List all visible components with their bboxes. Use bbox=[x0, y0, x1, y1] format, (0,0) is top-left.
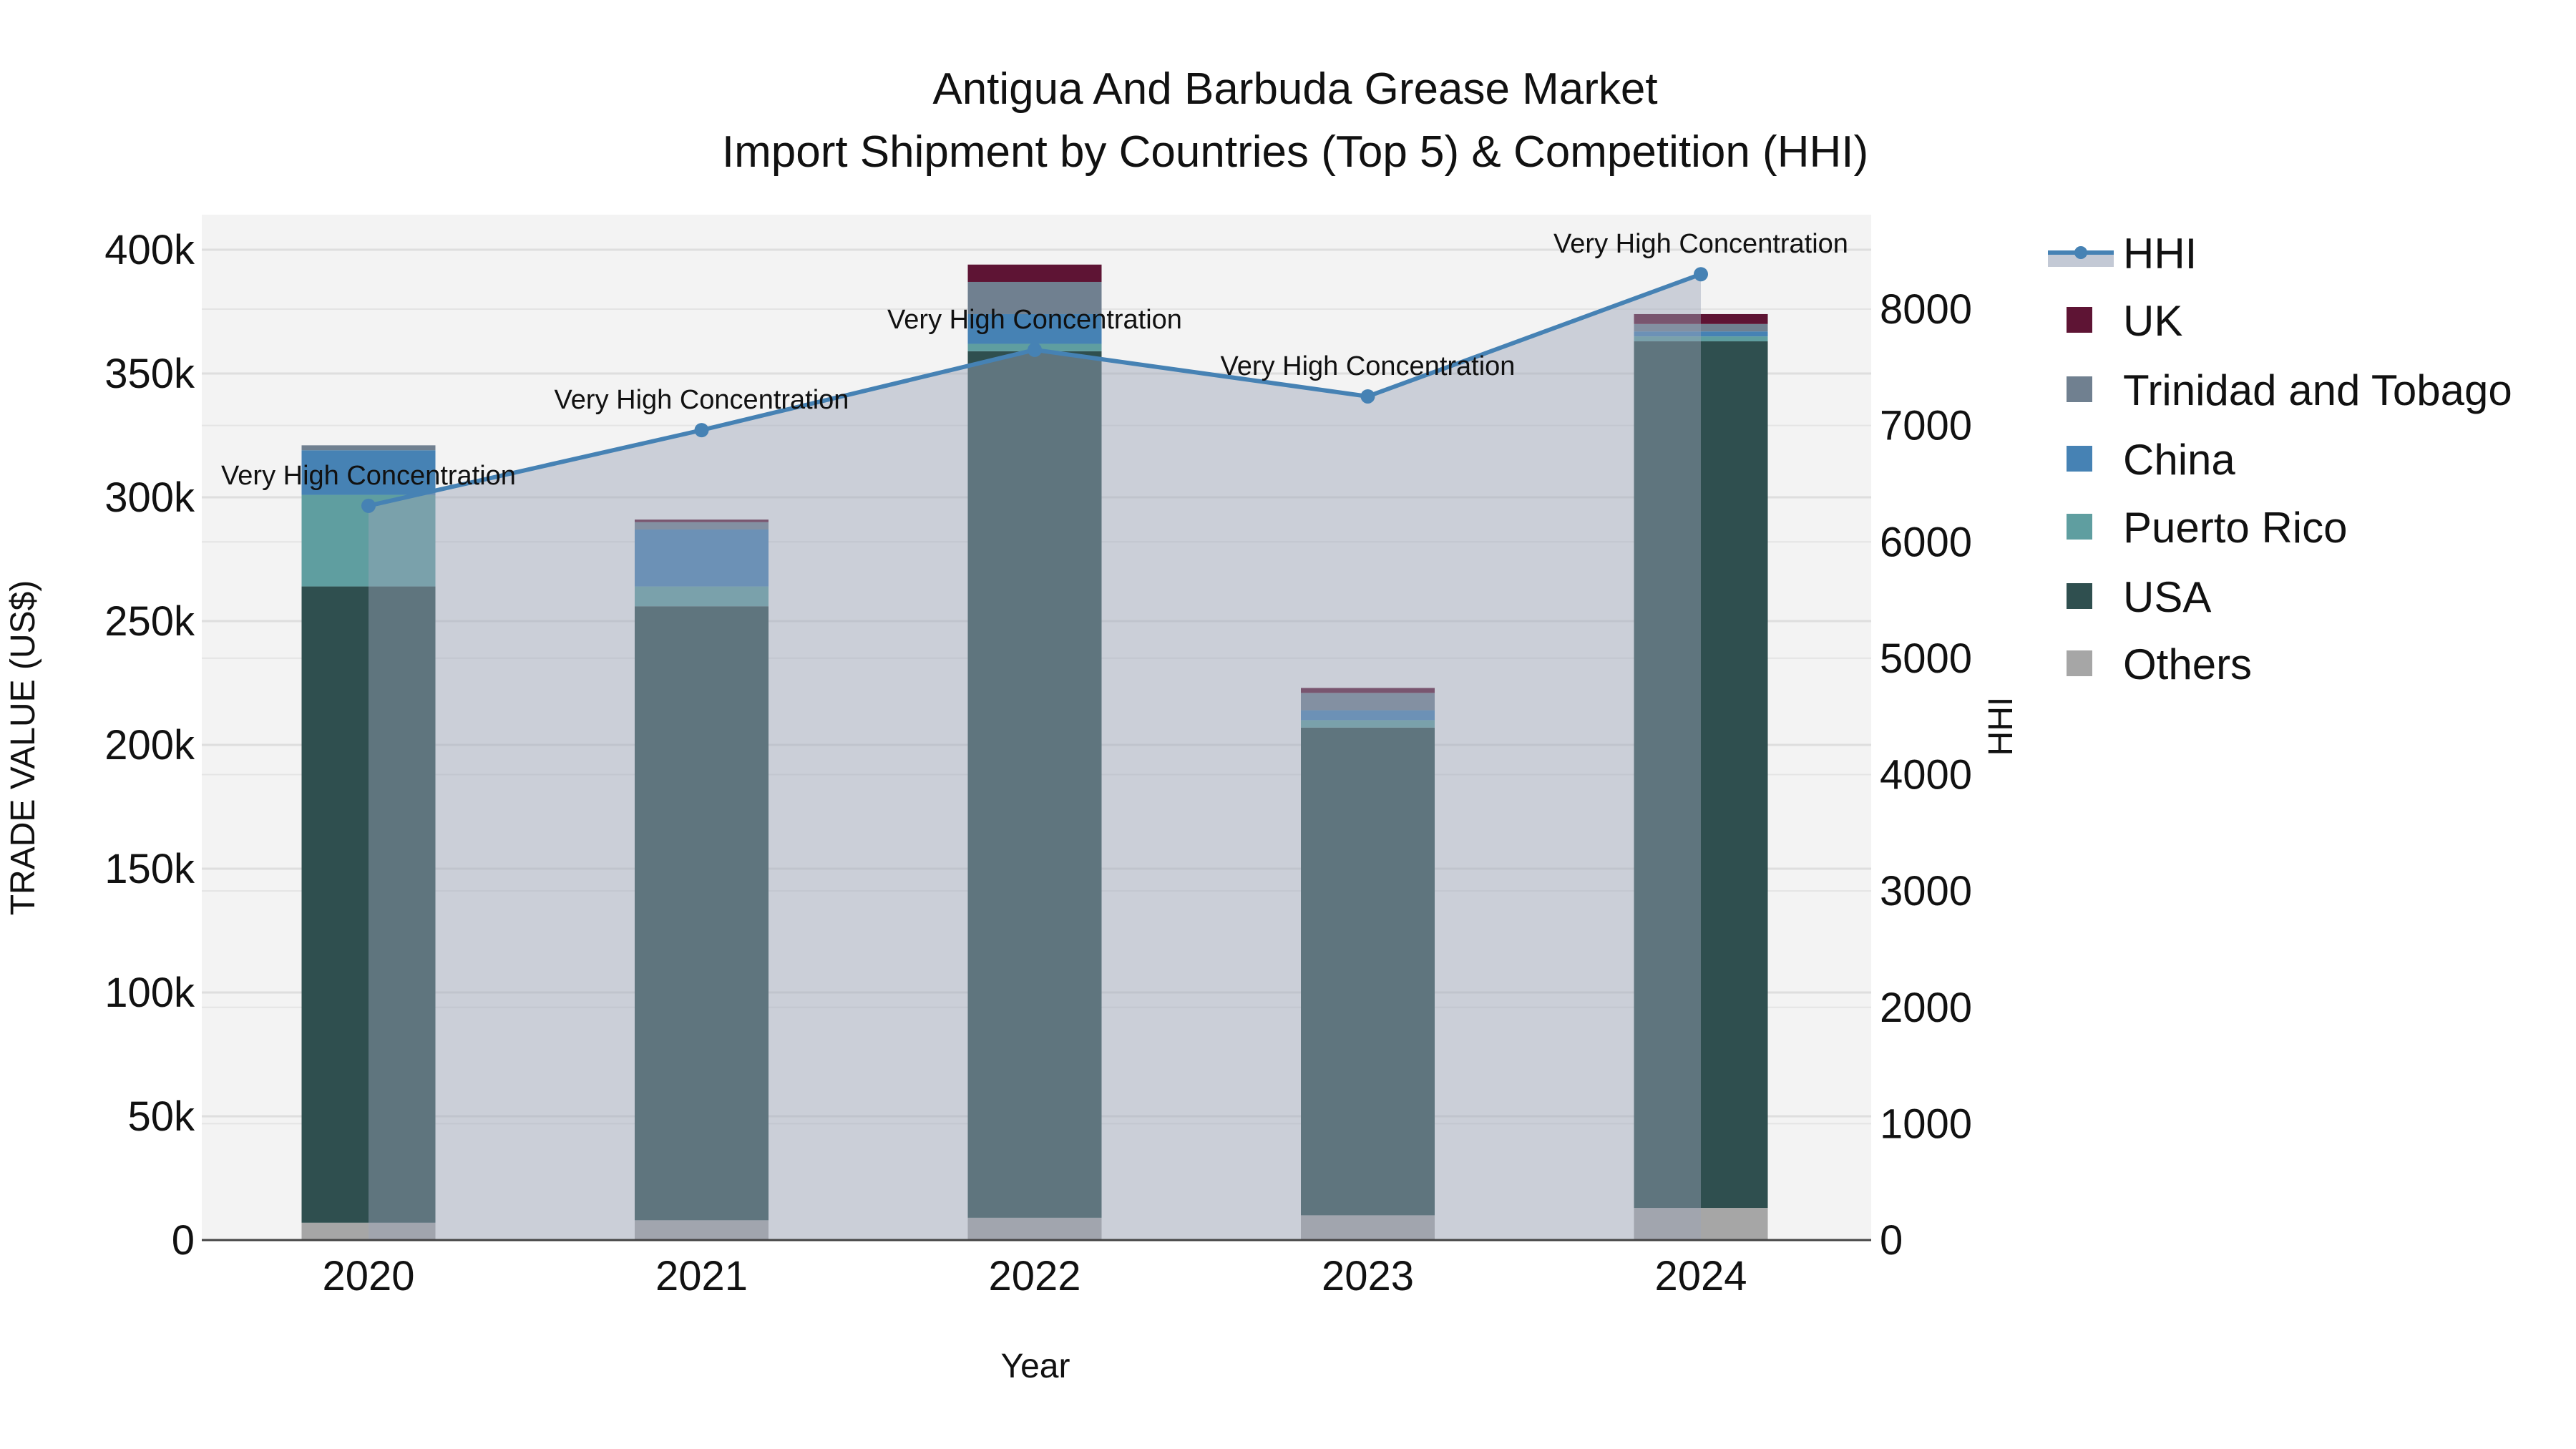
y-tick-label: 300k bbox=[104, 474, 195, 521]
chart-title: Antigua And Barbuda Grease Market bbox=[932, 64, 1657, 114]
hhi-annotation: Very High Concentration bbox=[887, 305, 1182, 335]
bar-trinidad-and-tobago-2020 bbox=[301, 445, 436, 451]
legend-label-puerto-rico: Puerto Rico bbox=[2123, 504, 2347, 552]
y2-tick-label: 7000 bbox=[1880, 403, 1972, 449]
hhi-annotation: Very High Concentration bbox=[555, 385, 849, 415]
bar-uk-2022 bbox=[967, 264, 1102, 282]
hhi-point bbox=[1360, 389, 1375, 404]
hhi-annotation: Very High Concentration bbox=[1553, 229, 1848, 259]
legend-swatch-uk bbox=[2067, 307, 2092, 333]
y-tick-label: 0 bbox=[172, 1217, 195, 1264]
y-tick-label: 100k bbox=[104, 970, 195, 1016]
y2-tick-label: 3000 bbox=[1880, 868, 1972, 914]
legend-swatch-china bbox=[2067, 446, 2092, 472]
y2-tick-label: 0 bbox=[1880, 1217, 1903, 1264]
hhi-annotation: Very High Concentration bbox=[221, 461, 516, 491]
x-axis-title: Year bbox=[1001, 1347, 1070, 1385]
y2-tick-label: 4000 bbox=[1880, 752, 1972, 799]
y-tick-label: 200k bbox=[104, 722, 195, 769]
y2-axis-title: HHI bbox=[1982, 697, 2020, 756]
hhi-annotation: Very High Concentration bbox=[1221, 351, 1516, 381]
y2-axis-ticks: 0 1000 2000 3000 4000 5000 6000 7000 8000 bbox=[1880, 286, 1972, 1264]
x-tick-label: 2020 bbox=[322, 1253, 414, 1299]
y2-tick-label: 8000 bbox=[1880, 286, 1972, 333]
legend-swatch-trinidad-and-tobago bbox=[2067, 376, 2092, 402]
y-axis-title: TRADE VALUE (US$) bbox=[4, 580, 42, 916]
x-tick-label: 2021 bbox=[655, 1253, 748, 1299]
x-tick-label: 2022 bbox=[988, 1253, 1080, 1299]
hhi-point bbox=[1694, 267, 1708, 282]
y-tick-label: 400k bbox=[104, 227, 195, 273]
x-axis-ticks: 2020 2021 2022 2023 2024 bbox=[322, 1253, 1747, 1299]
y2-tick-label: 1000 bbox=[1880, 1101, 1972, 1147]
legend-label-uk: UK bbox=[2123, 297, 2182, 345]
y2-tick-label: 6000 bbox=[1880, 519, 1972, 565]
y-tick-label: 50k bbox=[127, 1093, 195, 1140]
y-axis-ticks: 0 50k 100k 150k 200k 250k 300k 350k 400k bbox=[104, 227, 195, 1264]
legend-swatch-others bbox=[2067, 650, 2092, 676]
hhi-point bbox=[694, 423, 709, 438]
y2-tick-label: 5000 bbox=[1880, 635, 1972, 682]
y-tick-label: 150k bbox=[104, 846, 195, 892]
legend-label-china: China bbox=[2123, 436, 2235, 484]
legend-label-others: Others bbox=[2123, 640, 2252, 688]
y2-tick-label: 2000 bbox=[1880, 985, 1972, 1031]
chart-subtitle: Import Shipment by Countries (Top 5) & C… bbox=[722, 127, 1868, 177]
legend-swatch-puerto-rico bbox=[2067, 514, 2092, 540]
legend: HHI UK Trinidad and Tobago China Puerto Rico… bbox=[2048, 230, 2512, 688]
y-tick-label: 250k bbox=[104, 598, 195, 645]
hhi-point bbox=[1028, 342, 1042, 357]
legend-swatch-hhi-marker bbox=[2074, 246, 2087, 259]
legend-label-usa: USA bbox=[2123, 573, 2211, 621]
legend-label-trinidad-and-tobago: Trinidad and Tobago bbox=[2123, 366, 2512, 414]
legend-label-hhi: HHI bbox=[2123, 230, 2197, 278]
y-tick-label: 350k bbox=[104, 351, 195, 397]
legend-swatch-usa bbox=[2067, 583, 2092, 609]
hhi-point bbox=[361, 498, 376, 513]
x-tick-label: 2023 bbox=[1322, 1253, 1414, 1299]
chart: Antigua And Barbuda Grease Market Import… bbox=[4, 64, 2512, 1385]
x-tick-label: 2024 bbox=[1654, 1253, 1747, 1299]
